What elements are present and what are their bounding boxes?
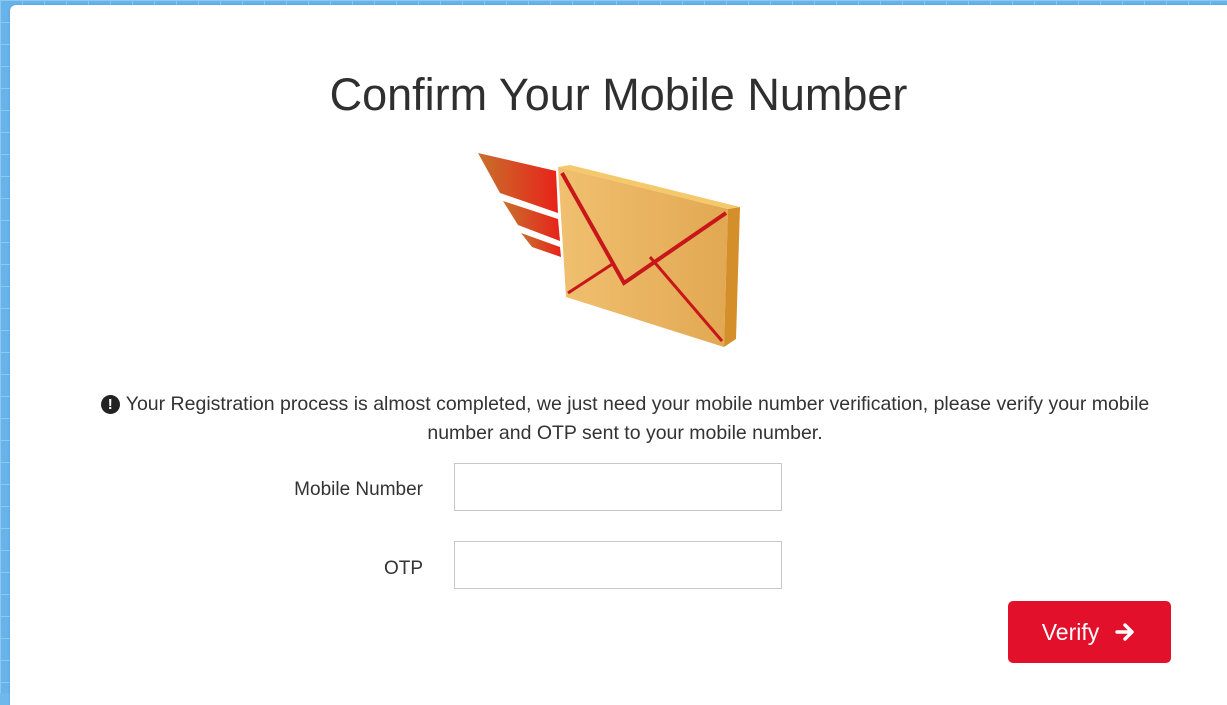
page-title: Confirm Your Mobile Number [329,69,908,120]
verify-button-label: Verify [1041,618,1100,645]
verification-card: Confirm Your Mobile Number ! Your Registr… [10,5,1227,705]
registration-notice: ! Your Registration process is almost com… [70,390,1180,448]
envelope-illustration [478,153,740,347]
mobile-number-input[interactable] [454,463,782,511]
verify-button[interactable]: Verify [1008,601,1171,663]
exclamation-circle-icon: ! [100,395,120,414]
notice-text: Your Registration process is almost comp… [125,393,1150,444]
otp-input[interactable] [454,541,782,589]
arrow-right-icon [1115,623,1134,641]
mobile-number-label: Mobile Number [294,479,423,500]
otp-label: OTP [383,558,423,579]
